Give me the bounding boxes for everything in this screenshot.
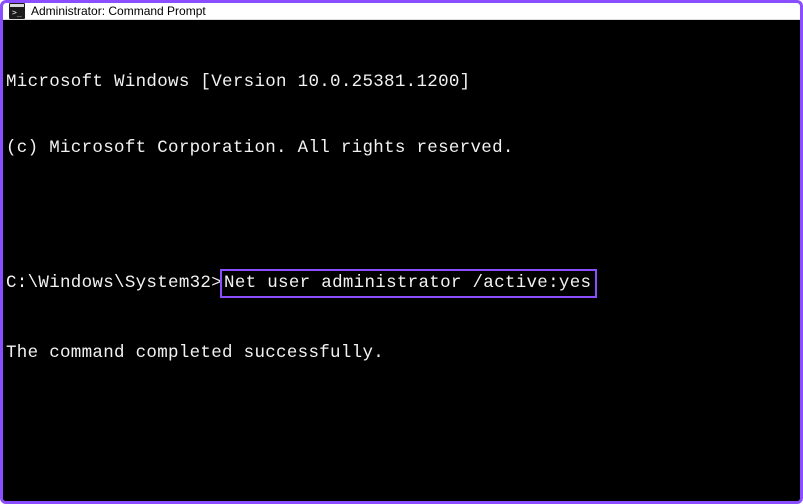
banner-line: Microsoft Windows [Version 10.0.25381.12…: [6, 71, 797, 93]
terminal-output[interactable]: Microsoft Windows [Version 10.0.25381.12…: [3, 20, 800, 504]
entered-command: Net user administrator /active:yes: [224, 273, 591, 293]
banner-line: (c) Microsoft Corporation. All rights re…: [6, 137, 797, 159]
blank-line: [6, 203, 797, 225]
window-title: Administrator: Command Prompt: [31, 4, 206, 18]
prompt-line: C:\Windows\System32>Net user administrat…: [6, 269, 797, 298]
svg-text:>_: >_: [12, 8, 22, 17]
blank-line: [6, 408, 797, 430]
titlebar[interactable]: >_ Administrator: Command Prompt: [3, 3, 800, 20]
result-line: The command completed successfully.: [6, 342, 797, 364]
command-prompt-window: >_ Administrator: Command Prompt Microso…: [0, 0, 803, 504]
prompt-path: C:\Windows\System32>: [6, 273, 222, 293]
cmd-app-icon: >_: [9, 3, 25, 19]
blank-line: [6, 474, 797, 496]
entered-command-highlight: Net user administrator /active:yes: [220, 269, 597, 298]
